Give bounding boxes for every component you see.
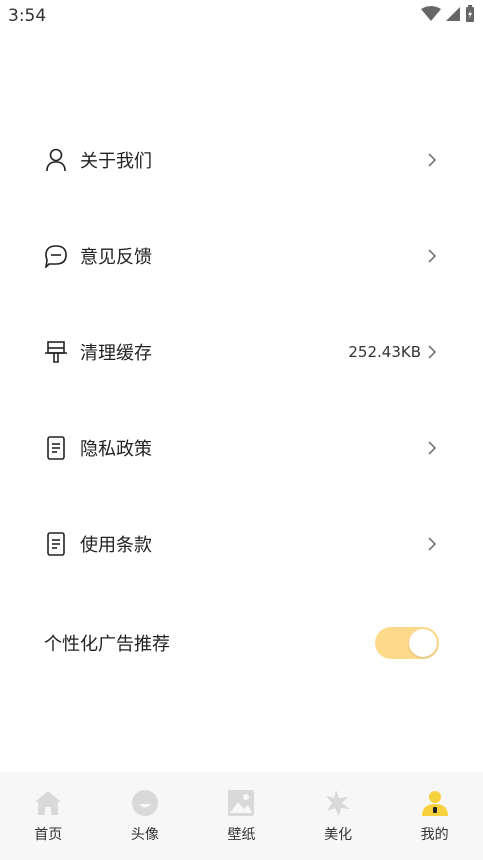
signal-icon bbox=[445, 6, 461, 27]
wifi-icon bbox=[421, 5, 441, 27]
tab-avatar[interactable]: 头像 bbox=[97, 772, 194, 860]
toggle-knob bbox=[409, 629, 437, 657]
menu-item-label: 使用条款 bbox=[80, 535, 152, 556]
personalized-ads-row: 个性化广告推荐 bbox=[0, 596, 483, 690]
brush-icon bbox=[44, 340, 68, 364]
menu-item-label: 意见反馈 bbox=[80, 247, 152, 268]
status-bar: 3:54 bbox=[0, 0, 483, 32]
chevron-right-icon bbox=[425, 152, 439, 168]
tab-label: 我的 bbox=[420, 827, 449, 843]
beautify-icon bbox=[323, 788, 353, 818]
tab-label: 首页 bbox=[34, 827, 63, 843]
status-time: 3:54 bbox=[8, 6, 47, 26]
tab-wallpaper[interactable]: 壁纸 bbox=[193, 772, 290, 860]
cache-size: 252.43KB bbox=[348, 343, 421, 361]
tab-label: 美化 bbox=[324, 827, 353, 843]
personalized-ads-toggle[interactable] bbox=[375, 627, 439, 659]
chevron-right-icon bbox=[425, 248, 439, 264]
document-icon bbox=[44, 436, 68, 460]
settings-menu: 关于我们 意见反馈 清理缓存 252.43KB 隐私政策 使用条款 bbox=[0, 112, 483, 592]
feedback-icon bbox=[44, 244, 68, 268]
personalized-ads-label: 个性化广告推荐 bbox=[44, 634, 170, 655]
profile-icon bbox=[420, 788, 450, 818]
chevron-right-icon bbox=[425, 440, 439, 456]
tab-label: 头像 bbox=[130, 827, 159, 843]
menu-item-label: 关于我们 bbox=[80, 151, 152, 172]
tab-profile[interactable]: 我的 bbox=[386, 772, 483, 860]
chevron-right-icon bbox=[425, 344, 439, 360]
tab-label: 壁纸 bbox=[227, 827, 256, 843]
menu-item-clear-cache[interactable]: 清理缓存 252.43KB bbox=[0, 304, 483, 400]
chevron-right-icon bbox=[425, 536, 439, 552]
battery-icon bbox=[465, 4, 475, 28]
menu-item-label: 清理缓存 bbox=[80, 343, 152, 364]
status-icons bbox=[421, 4, 475, 28]
menu-item-about-us[interactable]: 关于我们 bbox=[0, 112, 483, 208]
avatar-icon bbox=[130, 788, 160, 818]
wallpaper-icon bbox=[226, 788, 256, 818]
menu-item-terms-of-use[interactable]: 使用条款 bbox=[0, 496, 483, 592]
user-icon bbox=[44, 148, 68, 172]
home-icon bbox=[33, 788, 63, 818]
bottom-tab-bar: 首页 头像 壁纸 美化 我的 bbox=[0, 772, 483, 860]
tab-beautify[interactable]: 美化 bbox=[290, 772, 387, 860]
tab-home[interactable]: 首页 bbox=[0, 772, 97, 860]
document-icon bbox=[44, 532, 68, 556]
menu-item-feedback[interactable]: 意见反馈 bbox=[0, 208, 483, 304]
menu-item-privacy-policy[interactable]: 隐私政策 bbox=[0, 400, 483, 496]
menu-item-label: 隐私政策 bbox=[80, 439, 152, 460]
